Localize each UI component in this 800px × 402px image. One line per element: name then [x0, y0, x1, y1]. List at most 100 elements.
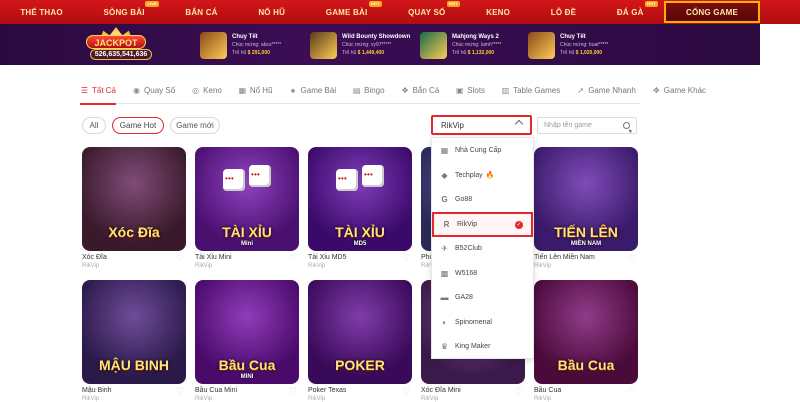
dropdown-option-label: RikVip [457, 220, 478, 228]
dropdown-option-king-maker[interactable]: ♛ King Maker [432, 334, 533, 359]
dropdown-option-w5168[interactable]: ▩ W5168 [432, 261, 533, 286]
tab-game-nhanh[interactable]: ➚ Game Nhanh [576, 78, 636, 104]
nav-item-5[interactable]: QUAY SỐ HOT [388, 0, 466, 24]
b52-icon: ✈ [441, 244, 448, 253]
tab-tất-cả[interactable]: ☰ Tất Cả [80, 78, 117, 105]
dropdown-option-label: W5168 [455, 269, 478, 277]
winner-prize: Trổ hũ $ 1,132,000 [452, 49, 501, 57]
game-card[interactable]: Xóc Đĩa [82, 147, 186, 251]
dropdown-option-ga28[interactable]: ▬ GA28 [432, 285, 533, 310]
nav-item-4[interactable]: GAME BÀI HOT [305, 0, 387, 24]
filter-2-button[interactable]: Game mới [170, 117, 220, 134]
jackpot-winner[interactable]: Chuy Tết Chúc mừng: buat***** Trổ hũ $ 1,0… [528, 29, 608, 61]
tab-keno[interactable]: ◎ Keno [191, 78, 222, 104]
nav-item-6[interactable]: KENO [466, 0, 531, 24]
tab-game-bài[interactable]: ♠ Game Bài [289, 78, 336, 104]
heart-icon[interactable]: ♡ [402, 254, 411, 263]
tab-quay-số[interactable]: ◉ Quay Số [132, 78, 175, 104]
nav-badge: HOT [644, 1, 658, 7]
game-card-art: MẬU BINH [99, 357, 169, 373]
game-name[interactable]: Tiến Lên Miền Nam [534, 254, 595, 261]
tab-label: Game Nhanh [588, 86, 636, 95]
jackpot-winner[interactable]: Chuy Tết Chúc mừng: abcs***** Trổ hũ $ 291… [200, 29, 281, 61]
kingmaker-icon: ♛ [440, 342, 449, 351]
game-name[interactable]: Xóc Đĩa [82, 254, 107, 261]
dropdown-option-rikvip[interactable]: R RikVip ✓ [432, 211, 533, 237]
game-thumbnail [528, 31, 555, 59]
tab-slots[interactable]: ▣ Slots [455, 78, 485, 104]
tab-bắn-cá[interactable]: ❖ Bắn Cá [401, 78, 440, 104]
dropdown-option-spinomenal[interactable]: ◐ Spinomenal [432, 310, 533, 335]
game-name[interactable]: Tài Xỉu MD5 [308, 254, 347, 261]
dropdown-option-go88[interactable]: G Go88 [432, 187, 533, 212]
game-name[interactable]: Poker Texas [308, 387, 346, 394]
game-card[interactable]: Bầu Cua MINI [195, 280, 299, 384]
heart-icon[interactable]: ♡ [628, 254, 637, 263]
game-name[interactable]: Bầu Cua Mini [195, 387, 237, 394]
heart-icon[interactable]: ♡ [289, 387, 298, 396]
search-icon[interactable] [623, 122, 630, 129]
tab-bingo[interactable]: ▤ Bingo [352, 78, 385, 104]
filter-0-button[interactable]: All [82, 117, 106, 134]
tab-label: Keno [203, 86, 222, 95]
provider-select[interactable]: RikVip [431, 115, 532, 135]
game-card-art: Bầu Cua [218, 357, 276, 373]
provider-select-value: RikVip [441, 120, 464, 130]
game-card[interactable]: Bầu Cua [534, 280, 638, 384]
game-card[interactable]: TÀI XỈUMini [195, 147, 299, 251]
heart-icon[interactable]: ♡ [289, 254, 298, 263]
game-card[interactable]: TIẾN LÊN MIỀN NAM [534, 147, 638, 251]
filter-1-button[interactable]: Game Hot [112, 117, 164, 134]
heart-icon[interactable]: ♡ [515, 387, 524, 396]
nav-item-2[interactable]: BẮN CÁ [165, 0, 238, 24]
heart-icon[interactable]: ♡ [402, 387, 411, 396]
tab-table-games[interactable]: ▥ Table Games [501, 78, 560, 104]
dropdown-option-nhà-cung-cấp[interactable]: ▦ Nhà Cung Cấp [432, 138, 533, 163]
nav-item-1[interactable]: SÒNG BÀI LIVE [83, 0, 165, 24]
game-name[interactable]: Tài Xỉu Mini [195, 254, 232, 261]
search-input[interactable]: Nhập tên game [537, 117, 637, 134]
game-card-subtitle: MIỀN NAM [570, 241, 602, 247]
nav-item-label: BẮN CÁ [185, 7, 218, 17]
tab-label: Bắn Cá [412, 86, 440, 95]
game-portal-button[interactable]: CỔNG GAME [664, 1, 760, 23]
game-card[interactable]: TÀI XỈUMD5 [308, 147, 412, 251]
tab-game-khác[interactable]: ✥ Game Khác [652, 78, 706, 104]
jackpot-winner[interactable]: Wild Bounty Showdown Chúc mừng: vy97*****… [310, 29, 410, 61]
nav-item-7[interactable]: LÔ ĐỀ [530, 0, 596, 24]
rikvip-icon: R [443, 219, 450, 229]
tab-nổ-hũ[interactable]: ▦ Nổ Hũ [238, 78, 273, 104]
jackpot-title: JACKPOT [86, 35, 146, 49]
dropdown-option-b52club[interactable]: ✈ B52Club [432, 236, 533, 261]
nav-item-label: ĐÁ GÀ [616, 7, 644, 17]
cards-icon: ♠ [290, 86, 296, 95]
nav-item-3[interactable]: NỔ HŨ [238, 0, 305, 24]
dropdown-option-techplay[interactable]: ◆ Techplay 🔥 [432, 163, 533, 188]
nav-item-0[interactable]: THỂ THAO [0, 0, 83, 24]
heart-icon[interactable]: ♡ [628, 387, 637, 396]
dropdown-option-label: Techplay [455, 171, 483, 179]
game-thumbnail [310, 31, 337, 59]
game-provider: RikVip [82, 263, 100, 269]
winner-game-name: Mahjong Ways 2 [452, 34, 499, 40]
jackpot-winner[interactable]: Mahjong Ways 2 Chúc mừng: lamh***** Trổ hũ… [420, 29, 501, 61]
nav-item-label: SÒNG BÀI [103, 7, 145, 17]
winner-prize-value: $ 1,020,000 [575, 50, 603, 56]
heart-icon[interactable]: ♡ [176, 254, 185, 263]
nav-item-label: KENO [486, 7, 511, 17]
winner-message: Chúc mừng: buat***** [560, 42, 609, 48]
heart-icon[interactable]: ♡ [176, 387, 185, 396]
game-card-art: TIẾN LÊN [554, 224, 618, 240]
game-name[interactable]: Mậu Binh [82, 387, 112, 394]
game-card[interactable]: MẬU BINH [82, 280, 186, 384]
grid-icon: ▦ [440, 146, 449, 155]
slots-icon: ▣ [455, 86, 464, 95]
winner-prize: Trổ hũ $ 291,000 [232, 49, 281, 57]
dice-icon [336, 169, 358, 191]
winner-game-name: Wild Bounty Showdown [342, 34, 411, 40]
game-name[interactable]: Xóc Đĩa Mini [421, 387, 461, 394]
game-card[interactable]: POKER [308, 280, 412, 384]
nav-item-label: QUAY SỐ [408, 7, 446, 17]
game-name[interactable]: Bầu Cua [534, 387, 561, 394]
nav-item-8[interactable]: ĐÁ GÀ HOT [597, 0, 664, 24]
